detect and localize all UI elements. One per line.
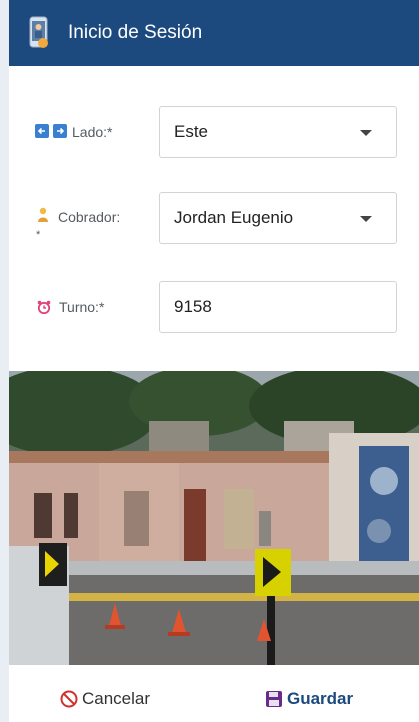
cobrador-select[interactable]: Jordan Eugenio — [159, 192, 397, 244]
login-dialog: Inicio de Sesión Lado:* Este Cobrador: *… — [9, 0, 419, 722]
dialog-header: Inicio de Sesión — [9, 0, 419, 66]
chevron-down-icon — [360, 216, 372, 222]
person-icon — [38, 207, 48, 222]
turno-value: 9158 — [174, 297, 212, 316]
page-title: Inicio de Sesión — [68, 22, 203, 43]
arrow-right-icon — [53, 124, 67, 138]
turno-input[interactable]: 9158 — [159, 281, 397, 333]
turno-label: Turno:* — [59, 299, 105, 315]
save-button[interactable]: Guardar — [264, 689, 353, 709]
toll-booth-photo — [9, 371, 419, 665]
chevron-down-icon — [360, 130, 372, 136]
lado-value: Este — [174, 122, 209, 141]
arrow-left-icon — [35, 124, 49, 138]
cobrador-value: Jordan Eugenio — [174, 208, 294, 227]
floppy-disk-icon — [266, 691, 282, 707]
alarm-clock-icon — [37, 300, 51, 314]
lado-select[interactable]: Este — [159, 106, 397, 158]
dialog-footer: Cancelar Guardar — [9, 665, 419, 722]
save-label: Guardar — [287, 689, 354, 708]
cancel-label: Cancelar — [82, 689, 151, 708]
lado-label: Lado:* — [72, 124, 113, 140]
cobrador-label: Cobrador: — [58, 209, 121, 225]
cobrador-required-mark: * — [36, 229, 41, 241]
phone-user-icon — [29, 16, 48, 48]
cancel-button[interactable]: Cancelar — [59, 689, 150, 709]
cancel-icon — [60, 690, 78, 708]
